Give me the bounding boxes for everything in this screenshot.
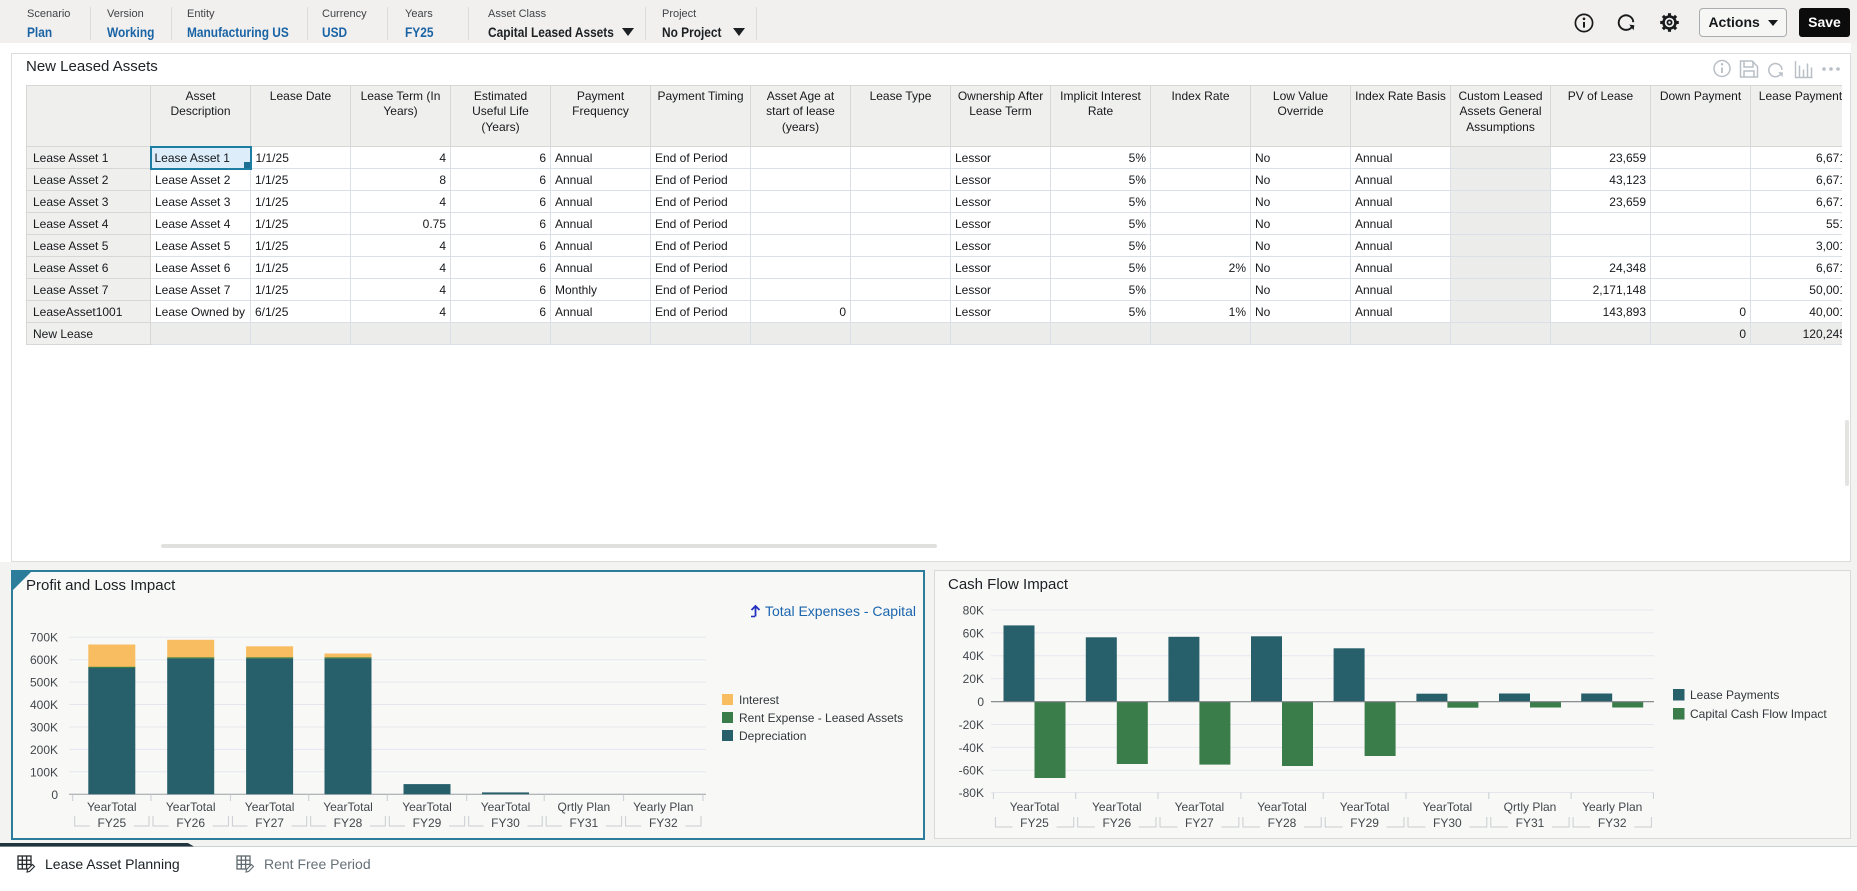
svg-text:600K: 600K: [30, 653, 58, 667]
svg-text:-20K: -20K: [959, 718, 984, 732]
svg-text:FY27: FY27: [1185, 816, 1214, 830]
svg-text:Yearly Plan: Yearly Plan: [1582, 800, 1642, 814]
svg-text:0: 0: [51, 788, 58, 802]
svg-text:400K: 400K: [30, 698, 58, 712]
svg-text:YearTotal: YearTotal: [1010, 800, 1060, 814]
svg-text:FY30: FY30: [491, 816, 520, 830]
svg-text:FY28: FY28: [1268, 816, 1297, 830]
svg-text:300K: 300K: [30, 721, 58, 735]
svg-text:YearTotal: YearTotal: [1340, 800, 1390, 814]
svg-text:FY31: FY31: [1516, 816, 1545, 830]
svg-text:YearTotal: YearTotal: [166, 800, 216, 814]
svg-text:FY31: FY31: [570, 816, 599, 830]
svg-text:700K: 700K: [30, 631, 58, 645]
svg-text:Capital Cash Flow Impact: Capital Cash Flow Impact: [1690, 707, 1827, 721]
svg-text:FY30: FY30: [1433, 816, 1462, 830]
svg-text:100K: 100K: [30, 765, 58, 779]
svg-text:YearTotal: YearTotal: [481, 800, 531, 814]
svg-text:500K: 500K: [30, 676, 58, 690]
svg-text:Rent Expense - Leased Assets: Rent Expense - Leased Assets: [739, 711, 903, 725]
svg-text:FY29: FY29: [413, 816, 442, 830]
svg-text:40K: 40K: [963, 649, 984, 663]
svg-text:0: 0: [977, 695, 984, 709]
svg-text:YearTotal: YearTotal: [1175, 800, 1225, 814]
svg-text:FY27: FY27: [255, 816, 284, 830]
svg-text:YearTotal: YearTotal: [87, 800, 137, 814]
svg-text:20K: 20K: [963, 672, 984, 686]
svg-text:FY26: FY26: [176, 816, 205, 830]
svg-text:FY28: FY28: [334, 816, 363, 830]
svg-text:FY25: FY25: [97, 816, 126, 830]
svg-text:FY25: FY25: [1020, 816, 1049, 830]
svg-text:Yearly Plan: Yearly Plan: [633, 800, 693, 814]
svg-text:YearTotal: YearTotal: [1423, 800, 1473, 814]
svg-text:YearTotal: YearTotal: [1257, 800, 1307, 814]
svg-text:FY32: FY32: [649, 816, 678, 830]
svg-text:YearTotal: YearTotal: [323, 800, 373, 814]
svg-text:-80K: -80K: [959, 786, 984, 800]
svg-text:200K: 200K: [30, 743, 58, 757]
svg-text:FY26: FY26: [1102, 816, 1131, 830]
svg-text:80K: 80K: [963, 604, 984, 618]
svg-text:FY29: FY29: [1350, 816, 1379, 830]
svg-text:Qrtly Plan: Qrtly Plan: [1504, 800, 1557, 814]
svg-text:FY32: FY32: [1598, 816, 1627, 830]
svg-text:Interest: Interest: [739, 693, 780, 707]
svg-text:YearTotal: YearTotal: [402, 800, 452, 814]
svg-text:YearTotal: YearTotal: [245, 800, 295, 814]
svg-text:60K: 60K: [963, 626, 984, 640]
svg-text:Lease Payments: Lease Payments: [1690, 688, 1779, 702]
svg-text:Depreciation: Depreciation: [739, 729, 806, 743]
svg-text:Qrtly Plan: Qrtly Plan: [558, 800, 611, 814]
svg-text:-60K: -60K: [959, 764, 984, 778]
svg-text:YearTotal: YearTotal: [1092, 800, 1142, 814]
svg-text:-40K: -40K: [959, 741, 984, 755]
